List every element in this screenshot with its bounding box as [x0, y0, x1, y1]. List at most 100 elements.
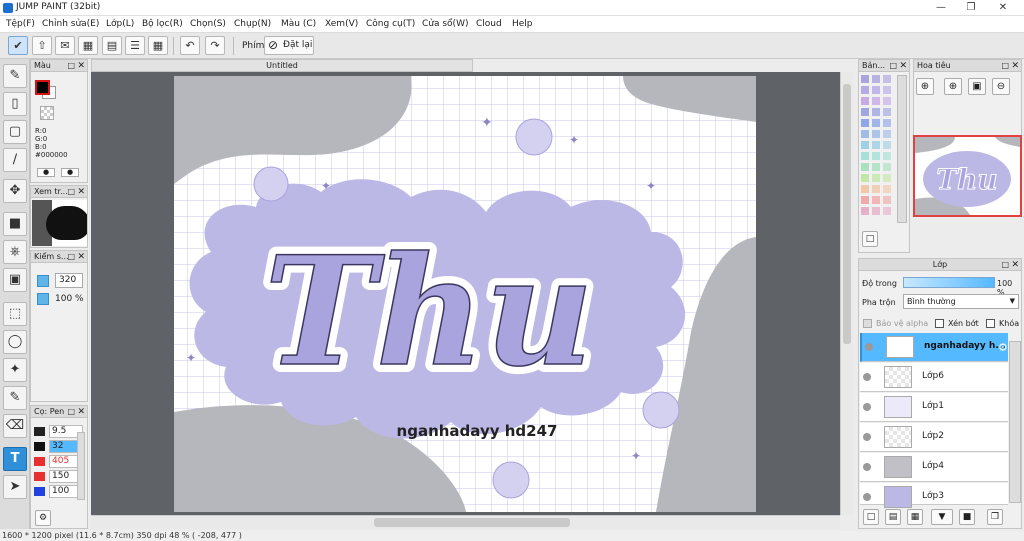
maximize-button[interactable]: ❐ [956, 1, 986, 15]
close-icon[interactable]: ✕ [77, 251, 85, 263]
color-swatch[interactable] [883, 75, 891, 83]
new-layer-icon[interactable]: □ [863, 509, 879, 525]
color-swatch[interactable] [872, 119, 880, 127]
layer-row[interactable]: Lớp4 [860, 453, 1008, 482]
undock-icon[interactable]: □ [67, 406, 75, 418]
brush-tool-icon[interactable]: ✎ [3, 64, 27, 88]
color-swatch[interactable] [861, 152, 869, 160]
menu-filter[interactable]: Bộ lọc(R) [142, 19, 183, 29]
color-mode-button[interactable]: ● [37, 168, 55, 177]
select-pen-tool-icon[interactable]: ✎ [3, 386, 27, 410]
color-swatch[interactable] [872, 97, 880, 105]
menu-edit[interactable]: Chỉnh sửa(E) [42, 19, 99, 29]
color-swatch[interactable] [872, 163, 880, 171]
color-swatch[interactable] [861, 196, 869, 204]
select-eraser-tool-icon[interactable]: ⌫ [3, 414, 27, 438]
color-swatch[interactable] [861, 141, 869, 149]
color-swatch[interactable] [861, 130, 869, 138]
comment-icon[interactable]: ✉ [55, 36, 75, 55]
gradient-tool-icon[interactable]: ▣ [3, 268, 27, 292]
color-swatch[interactable] [861, 86, 869, 94]
color-swatch[interactable] [872, 174, 880, 182]
fit-view-icon[interactable]: ▣ [968, 78, 986, 95]
color-swatch[interactable] [872, 75, 880, 83]
color-swatch[interactable] [883, 196, 891, 204]
color-swatch[interactable] [872, 196, 880, 204]
color-swatch[interactable] [872, 130, 880, 138]
redo-icon[interactable]: ↷ [205, 36, 225, 55]
eraser-tool-icon[interactable]: ▯ [3, 92, 27, 116]
merge-layer-icon[interactable]: ▦ [907, 509, 923, 525]
new-swatch-icon[interactable]: □ [862, 231, 878, 247]
swatch-scrollbar[interactable] [897, 75, 907, 223]
color-swatch[interactable] [872, 108, 880, 116]
canvas-area[interactable]: ✦ ✦ ✦ ✦ ✦ ✦ Thu Thu nganhadayy hd247 [91, 72, 840, 515]
layer-row[interactable]: Lớp6 [860, 363, 1008, 392]
canvas-svg[interactable]: ✦ ✦ ✦ ✦ ✦ ✦ Thu Thu nganhadayy hd247 [91, 72, 840, 515]
horizontal-scrollbar[interactable] [91, 515, 840, 529]
visibility-icon[interactable] [863, 433, 871, 441]
list-icon[interactable]: ☰ [125, 36, 145, 55]
reset-button[interactable]: ⊘ Đặt lại [264, 36, 314, 55]
menu-layer[interactable]: Lớp(L) [106, 19, 134, 29]
clip-checkbox[interactable] [935, 319, 944, 328]
close-icon[interactable]: ✕ [899, 60, 907, 72]
menu-tools[interactable]: Công cụ(T) [366, 19, 415, 29]
color-swatch[interactable] [872, 152, 880, 160]
layers-scrollbar[interactable] [1009, 341, 1021, 503]
color-swatch[interactable] [861, 108, 869, 116]
protect-alpha-checkbox[interactable] [863, 319, 872, 328]
magic-wand-tool-icon[interactable]: ✦ [3, 358, 27, 382]
color-swatch[interactable] [883, 185, 891, 193]
zoom-in-icon[interactable]: ⊕ [916, 78, 934, 95]
menu-cloud[interactable]: Cloud [476, 19, 502, 29]
grid-icon[interactable]: ▦ [148, 36, 168, 55]
brush-panel-scrollbar[interactable] [77, 432, 85, 500]
menu-color[interactable]: Màu (C) [281, 19, 316, 29]
color-swatch[interactable] [883, 163, 891, 171]
swatch-grid[interactable] [861, 75, 895, 223]
color-swatch[interactable] [883, 207, 891, 215]
color-swatch[interactable] [883, 108, 891, 116]
bucket-tool-icon[interactable]: ⎈ [3, 240, 27, 264]
color-swatch[interactable] [883, 97, 891, 105]
color-swatch[interactable] [861, 119, 869, 127]
color-swatch[interactable] [883, 152, 891, 160]
undock-icon[interactable]: □ [67, 60, 75, 72]
layer-row[interactable]: Lớp3 [860, 483, 1008, 508]
color-swatch[interactable] [861, 185, 869, 193]
layer-row[interactable]: Lớp2 [860, 423, 1008, 452]
color-wheel-button[interactable]: ● [61, 168, 79, 177]
size-input[interactable]: 320 [55, 273, 83, 288]
color-swatch[interactable] [872, 185, 880, 193]
message-icon[interactable]: ▦ [78, 36, 98, 55]
horizontal-scroll-thumb[interactable] [374, 518, 570, 527]
check-icon[interactable]: ✔ [8, 36, 28, 55]
navigator-preview[interactable]: Thu [913, 135, 1022, 217]
menu-select[interactable]: Chọn(S) [190, 19, 226, 29]
text-tool-icon[interactable]: T [3, 447, 27, 471]
color-swatch[interactable] [883, 174, 891, 182]
layer-row[interactable]: nganhadayy h... ⚙ [860, 333, 1008, 362]
menu-snap[interactable]: Chụp(N) [234, 19, 271, 29]
copy-layer-icon[interactable]: ▤ [885, 509, 901, 525]
operation-tool-icon[interactable]: ➤ [3, 475, 27, 499]
close-icon[interactable]: ✕ [1011, 259, 1019, 271]
visibility-icon[interactable] [863, 403, 871, 411]
color-swatch[interactable] [861, 207, 869, 215]
minimize-button[interactable]: — [926, 1, 956, 15]
zoom-out-icon[interactable]: ⊖ [992, 78, 1010, 95]
move-tool-icon[interactable]: ✥ [3, 179, 27, 203]
blend-mode-select[interactable]: Bình thường ▼ [903, 294, 1019, 309]
zoom-in-plus-icon[interactable]: ⊕ [944, 78, 962, 95]
color-swatch[interactable] [872, 207, 880, 215]
close-button[interactable]: ✕ [988, 1, 1018, 15]
document-icon[interactable]: ▤ [102, 36, 122, 55]
lock-checkbox[interactable] [986, 319, 995, 328]
rect-select-tool-icon[interactable]: ⬚ [3, 302, 27, 326]
color-swatch[interactable] [872, 86, 880, 94]
shape-tool-icon[interactable]: ▢ [3, 120, 27, 144]
undock-icon[interactable]: □ [889, 60, 897, 72]
opacity-slider[interactable] [903, 277, 995, 288]
gear-icon[interactable]: ⚙ [998, 341, 1008, 354]
